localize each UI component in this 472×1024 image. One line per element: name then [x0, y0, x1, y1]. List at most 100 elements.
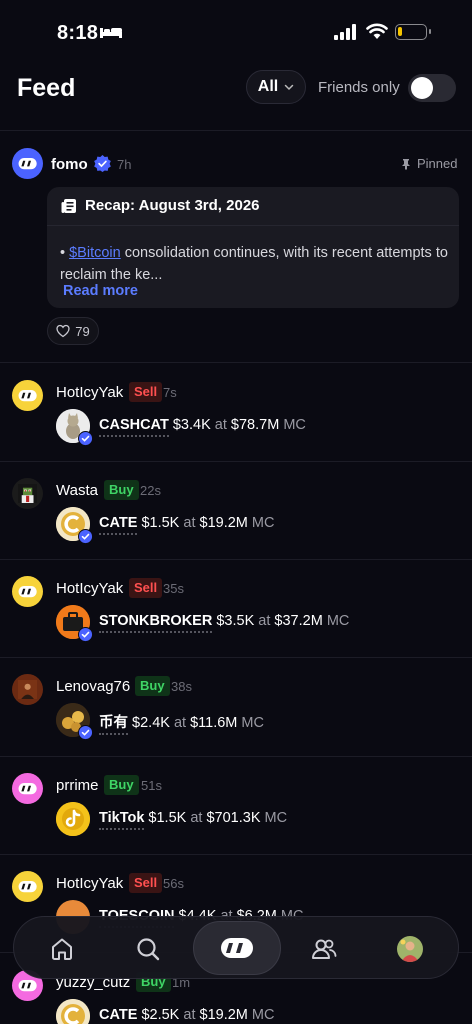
status-bar: 8:18	[0, 0, 472, 60]
post-time: 7h	[117, 157, 132, 172]
trade-amount: $1.5K	[148, 810, 187, 826]
trade-amount: $2.5K	[141, 1007, 180, 1023]
token-avatar[interactable]	[56, 409, 93, 446]
post-username[interactable]: fomo	[51, 156, 88, 173]
newspaper-icon	[61, 198, 76, 213]
verified-badge-icon	[94, 155, 111, 172]
fomo-avatar[interactable]	[12, 148, 43, 179]
trade-details: CATE $1.5K at $19.2M MC	[99, 515, 275, 535]
status-time: 8:18	[57, 22, 99, 44]
trade-amount: $1.5K	[141, 515, 180, 531]
user-avatar[interactable]	[12, 674, 43, 705]
divider	[0, 362, 472, 363]
trade-details: STONKBROKER $3.5K at $37.2M MC	[99, 613, 349, 633]
pinned-label: Pinned	[417, 156, 458, 171]
like-count: 79	[75, 323, 90, 339]
trade-time: 22s	[140, 483, 161, 498]
token-avatar[interactable]	[56, 999, 90, 1024]
like-button[interactable]: 79	[47, 317, 99, 345]
user-avatar[interactable]	[12, 871, 43, 902]
trade-item[interactable]: prrime Buy 51s TikTok $1.5K at $701.3K M…	[0, 757, 472, 855]
battery-icon	[395, 24, 431, 40]
trade-details: CATE $2.5K at $19.2M MC	[99, 1007, 274, 1024]
nav-profile[interactable]	[382, 917, 438, 980]
token-symbol[interactable]: STONKBROKER	[99, 613, 213, 633]
ticker-link[interactable]: $Bitcoin	[69, 245, 121, 261]
recap-title: Recap: August 3rd, 2026	[85, 197, 260, 214]
filter-dropdown[interactable]: All	[246, 70, 306, 104]
trade-item[interactable]: Wasta Buy 22s CATE $1.5K at $19.2M MC	[0, 462, 472, 560]
recap-header: Recap: August 3rd, 2026	[61, 197, 260, 214]
page-title: Feed	[17, 74, 76, 102]
market-cap: $19.2M	[199, 515, 248, 531]
trade-item[interactable]: HotIcyYak Sell 35s STONKBROKER $3.5K at …	[0, 560, 472, 658]
tiktok-token-icon	[56, 802, 90, 836]
token-symbol[interactable]: CASHCAT	[99, 417, 169, 437]
user-avatar[interactable]	[12, 773, 43, 804]
cate-coin-icon	[56, 999, 90, 1024]
pixel-frog-avatar-icon	[17, 483, 38, 504]
mc-label: MC	[251, 515, 275, 531]
trade-username[interactable]: Wasta	[56, 482, 98, 499]
at-label: at	[183, 515, 196, 531]
chevron-down-icon	[284, 84, 294, 91]
trade-username[interactable]: HotIcyYak	[56, 384, 123, 401]
token-symbol[interactable]: 币有	[99, 715, 128, 735]
token-avatar[interactable]	[56, 507, 93, 544]
recap-card[interactable]: Recap: August 3rd, 2026 • $Bitcoin conso…	[47, 187, 459, 308]
token-avatar[interactable]	[56, 802, 90, 836]
friends-only-toggle[interactable]	[408, 74, 456, 102]
sell-badge: Sell	[129, 382, 163, 402]
sell-badge: Sell	[129, 578, 163, 598]
cellular-signal-icon	[334, 24, 356, 40]
nav-friends[interactable]	[296, 917, 352, 980]
trade-username[interactable]: Lenovag76	[56, 678, 130, 695]
trade-amount: $3.5K	[216, 613, 255, 629]
pinned-post[interactable]: fomo 7h Pinned Recap: August 3rd, 2026 •…	[0, 131, 472, 362]
token-avatar[interactable]	[56, 703, 93, 740]
trade-username[interactable]: prrime	[56, 777, 99, 794]
trade-username[interactable]: HotIcyYak	[56, 580, 123, 597]
at-label: at	[183, 1007, 196, 1023]
at-label: at	[258, 613, 271, 629]
heart-icon	[56, 324, 70, 338]
nav-feed[interactable]	[193, 921, 281, 975]
trade-time: 7s	[163, 385, 177, 400]
token-symbol[interactable]: TikTok	[99, 810, 145, 830]
user-avatar[interactable]	[12, 380, 43, 411]
buy-badge: Buy	[104, 480, 139, 500]
home-icon	[52, 938, 72, 960]
market-cap: $11.6M	[190, 715, 238, 731]
read-more-link[interactable]: Read more	[63, 283, 138, 299]
filter-selected-label: All	[257, 78, 279, 95]
at-label: at	[214, 417, 227, 433]
trade-time: 35s	[163, 581, 184, 596]
buy-badge: Buy	[135, 676, 170, 696]
user-avatar[interactable]	[12, 478, 43, 509]
token-avatar[interactable]	[56, 605, 93, 642]
fomo-logo-icon	[18, 880, 37, 893]
nav-search[interactable]	[120, 917, 176, 980]
trade-item[interactable]: HotIcyYak Sell 7s CASHCAT $3.4K at $78.7…	[0, 364, 472, 462]
trade-item[interactable]: Lenovag76 Buy 38s 币有 $2.4K at $11.6M MC	[0, 658, 472, 756]
trade-username[interactable]: HotIcyYak	[56, 875, 123, 892]
fomo-logo-icon	[18, 157, 37, 170]
profile-avatar	[397, 935, 423, 962]
trade-amount: $2.4K	[132, 715, 170, 731]
friends-only-label: Friends only	[318, 79, 400, 96]
pin-icon	[402, 158, 410, 170]
buy-badge: Buy	[104, 775, 139, 795]
fomo-logo-icon	[18, 782, 37, 795]
market-cap: $19.2M	[199, 1007, 248, 1023]
fomo-logo-icon	[18, 585, 37, 598]
trade-time: 56s	[163, 876, 184, 891]
user-avatar[interactable]	[12, 576, 43, 607]
trade-details: CASHCAT $3.4K at $78.7M MC	[99, 417, 306, 437]
verified-badge-icon	[78, 431, 93, 446]
nav-home[interactable]	[34, 917, 90, 980]
trade-time: 38s	[171, 679, 192, 694]
token-symbol[interactable]: CATE	[99, 515, 138, 535]
user-photo-avatar-icon	[17, 679, 38, 700]
token-symbol[interactable]: CATE	[99, 1007, 138, 1024]
toggle-knob	[411, 77, 433, 99]
